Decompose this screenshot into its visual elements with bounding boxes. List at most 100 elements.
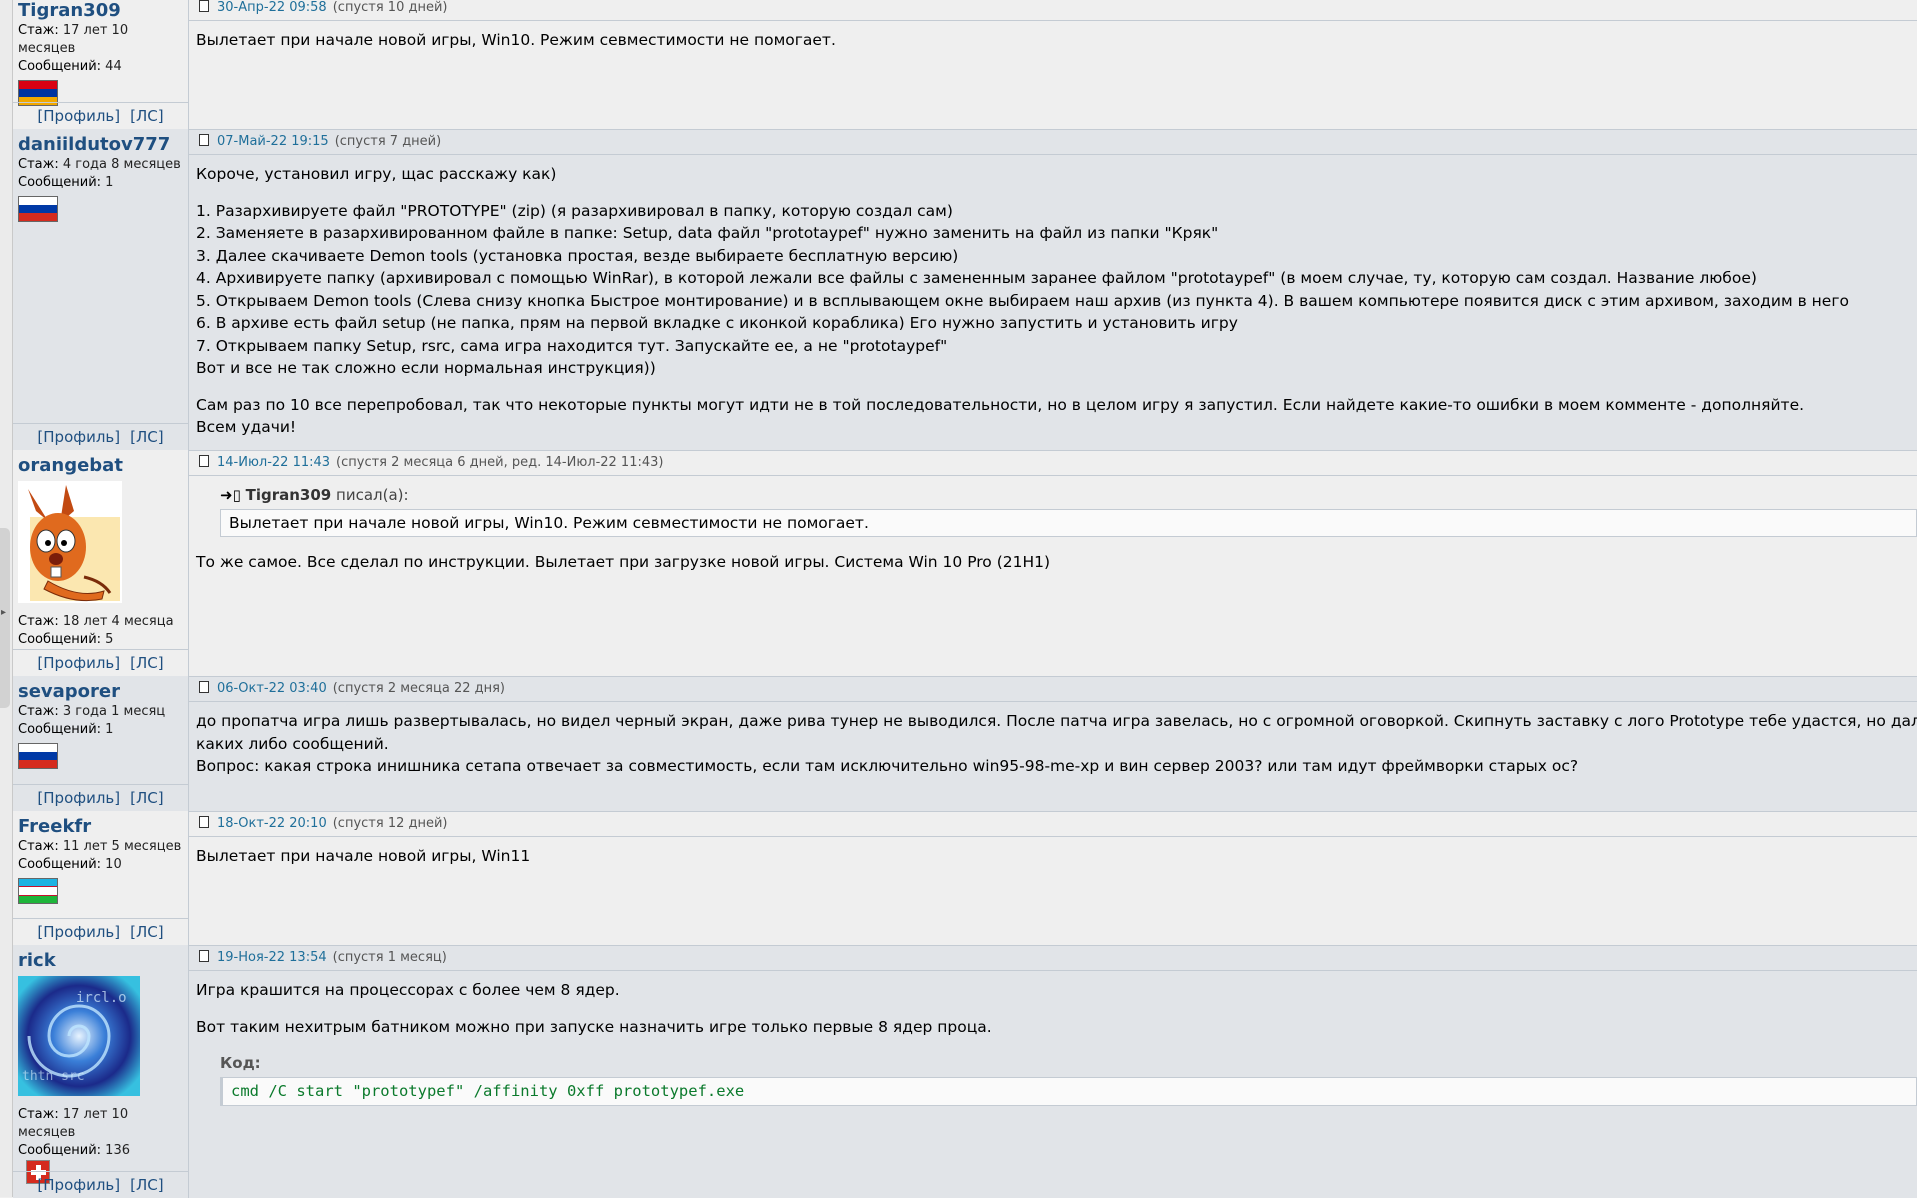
instruction-step: 6. В архиве есть файл setup (не папка, п… [196,314,1238,332]
post-body: 18-Окт-22 20:10 (спустя 12 дней) Вылетает… [189,811,1917,945]
author-messages: Сообщений: 1 [18,721,188,739]
post-link-icon[interactable] [199,0,209,12]
post-elapsed: (спустя 10 дней) [332,0,448,15]
author-nickname[interactable]: rick [18,950,188,972]
post-text: Вылетает при начале новой игры, Win10. Р… [196,31,836,49]
post-header: 30-Апр-22 09:58 (спустя 10 дней) [189,0,1917,21]
messages-value: 136 [105,1143,130,1158]
tenure-label: Стаж: [18,704,59,719]
post-outro: Сам раз по 10 все перепробовал, так что … [196,394,1917,439]
post-header: 14-Июл-22 11:43 (спустя 2 месяца 6 дней, … [189,450,1917,476]
tenure-label: Стаж: [18,23,59,38]
post-author-panel: Freekfr Стаж: 11 лет 5 месяцев Сообщений… [13,811,189,945]
private-message-link[interactable]: [ЛС] [130,789,163,807]
tenure-label: Стаж: [18,1107,59,1122]
post-link-icon[interactable] [199,134,209,146]
tenure-value: 3 года 1 месяц [62,704,166,719]
post-body: 30-Апр-22 09:58 (спустя 10 дней) Вылетает… [189,0,1917,129]
private-message-link[interactable]: [ЛС] [130,428,163,446]
chevron-right-icon[interactable]: ▸ [1,608,6,618]
author-messages: Сообщений: 136 [18,1142,188,1160]
post-text: Вот таким нехитрым батником можно при за… [196,1017,992,1036]
post-date-link[interactable]: 30-Апр-22 09:58 [217,0,327,15]
quote-arrow-icon[interactable]: ➜▯ [220,486,241,504]
tenure-label: Стаж: [18,839,59,854]
tenure-label: Стаж: [18,614,59,629]
author-tenure: Стаж: 4 года 8 месяцев [18,156,188,174]
post-text-line: Вопрос: какая строка инишника сетапа отв… [196,757,1579,775]
messages-label: Сообщений: [18,857,102,872]
instruction-step: 2. Заменяете в разархивированном файле в… [196,224,1219,242]
quote-header: ➜▯ Tigran309 писал(а): [220,484,1917,507]
post-body: 07-Май-22 19:15 (спустя 7 дней) Короче, у… [189,129,1917,450]
author-tenure: Стаж: 17 лет 10 месяцев [18,1106,188,1142]
post-author-panel: orangebat Стаж: 18 лет 4 месяца Сообщени… [13,450,189,676]
sidebar-toggle-handle[interactable] [0,528,10,708]
post-author-panel: sevaporer Стаж: 3 года 1 месяц Сообщений… [13,676,189,811]
messages-label: Сообщений: [18,722,102,737]
post-content: до пропатча игра лишь развертывалась, но… [189,702,1917,778]
post-content: Вылетает при начале новой игры, Win10. Р… [189,21,1917,52]
private-message-link[interactable]: [ЛС] [130,1176,163,1194]
author-links: [Профиль] [ЛС] [13,423,188,450]
messages-value: 1 [105,175,114,190]
messages-label: Сообщений: [18,175,102,190]
post-author-panel: rick ircl.o thtn src Стаж: 17 лет 10 мес… [13,945,189,1198]
post-text: Игра крашится на процессорах с более чем… [196,981,620,999]
instruction-list: 1. Разархивируете файл "PROTOTYPE" (zip)… [196,200,1917,380]
messages-value: 10 [105,857,122,872]
swirl-avatar-icon: ircl.o thtn src [18,976,140,1096]
author-nickname[interactable]: sevaporer [18,681,188,703]
author-nickname[interactable]: Freekfr [18,816,188,838]
post-date-link[interactable]: 06-Окт-22 03:40 [217,681,327,696]
messages-value: 44 [105,59,122,74]
author-nickname[interactable]: orangebat [18,455,188,477]
profile-link[interactable]: [Профиль] [37,428,120,446]
author-links: [Профиль] [ЛС] [13,102,188,129]
tenure-value: 11 лет 5 месяцев [62,839,182,854]
messages-value: 5 [105,632,114,647]
instruction-step: Вот и все не так сложно если нормальная … [196,359,656,377]
profile-link[interactable]: [Профиль] [37,789,120,807]
private-message-link[interactable]: [ЛС] [130,107,163,125]
profile-link[interactable]: [Профиль] [37,654,120,672]
post-date-link[interactable]: 14-Июл-22 11:43 [217,455,330,470]
author-tenure: Стаж: 11 лет 5 месяцев [18,838,188,856]
tenure-label: Стаж: [18,157,59,172]
post-content: Игра крашится на процессорах с более чем… [189,971,1917,1106]
author-avatar: ircl.o thtn src [18,976,188,1100]
private-message-link[interactable]: [ЛС] [130,923,163,941]
code-block[interactable]: cmd /C start "prototypef" /affinity 0xff… [220,1076,1917,1106]
post-text-line: до пропатча игра лишь развертывалась, но… [196,712,1917,730]
post-link-icon[interactable] [199,455,209,467]
messages-label: Сообщений: [18,1143,102,1158]
post-date-link[interactable]: 07-Май-22 19:15 [217,134,329,149]
post-date-link[interactable]: 19-Ноя-22 13:54 [217,950,327,965]
post-elapsed: (спустя 1 месяц) [332,950,447,965]
code-label: Код: [220,1054,261,1072]
messages-label: Сообщений: [18,632,102,647]
post-header: 18-Окт-22 20:10 (спустя 12 дней) [189,811,1917,837]
squirrel-avatar-icon [18,481,122,603]
post-link-icon[interactable] [199,816,209,828]
forum-post: Freekfr Стаж: 11 лет 5 месяцев Сообщений… [13,811,1917,945]
forum-post: rick ircl.o thtn src Стаж: 17 лет 10 мес… [13,945,1917,1198]
post-author-panel: daniildutov777 Стаж: 4 года 8 месяцев Со… [13,129,189,450]
forum-post: orangebat Стаж: 18 лет 4 месяца Сообщени… [13,450,1917,676]
post-header: 06-Окт-22 03:40 (спустя 2 месяца 22 дня) [189,676,1917,702]
profile-link[interactable]: [Профиль] [37,1176,120,1194]
post-link-icon[interactable] [199,681,209,693]
messages-value: 1 [105,722,114,737]
private-message-link[interactable]: [ЛС] [130,654,163,672]
quote-block: Вылетает при начале новой игры, Win10. Р… [220,508,1917,537]
post-date-link[interactable]: 18-Окт-22 20:10 [217,816,327,831]
author-nickname[interactable]: daniildutov777 [18,134,188,156]
profile-link[interactable]: [Профиль] [37,923,120,941]
author-nickname[interactable]: Tigran309 [18,0,188,22]
profile-link[interactable]: [Профиль] [37,107,120,125]
instruction-step: 4. Архивируете папку (архивировал с помо… [196,269,1757,287]
svg-text:ircl.o: ircl.o [76,990,127,1006]
post-header: 19-Ноя-22 13:54 (спустя 1 месяц) [189,945,1917,971]
post-link-icon[interactable] [199,950,209,962]
russia-flag-icon [18,196,58,222]
